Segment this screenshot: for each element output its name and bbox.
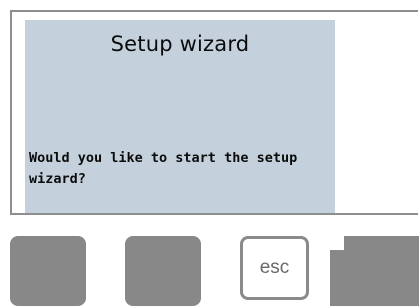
lcd-display: Setup wizard Would you like to start the… <box>25 20 335 213</box>
soft-key-1[interactable] <box>10 236 86 306</box>
esc-button[interactable]: esc <box>240 236 309 300</box>
screen-message: Would you like to start the setup wizard… <box>29 150 298 187</box>
screen-title: Setup wizard <box>110 32 250 56</box>
key-notch <box>330 236 344 250</box>
soft-key-4[interactable] <box>330 236 419 306</box>
soft-key-2[interactable] <box>125 236 201 306</box>
esc-label: esc <box>259 257 290 278</box>
